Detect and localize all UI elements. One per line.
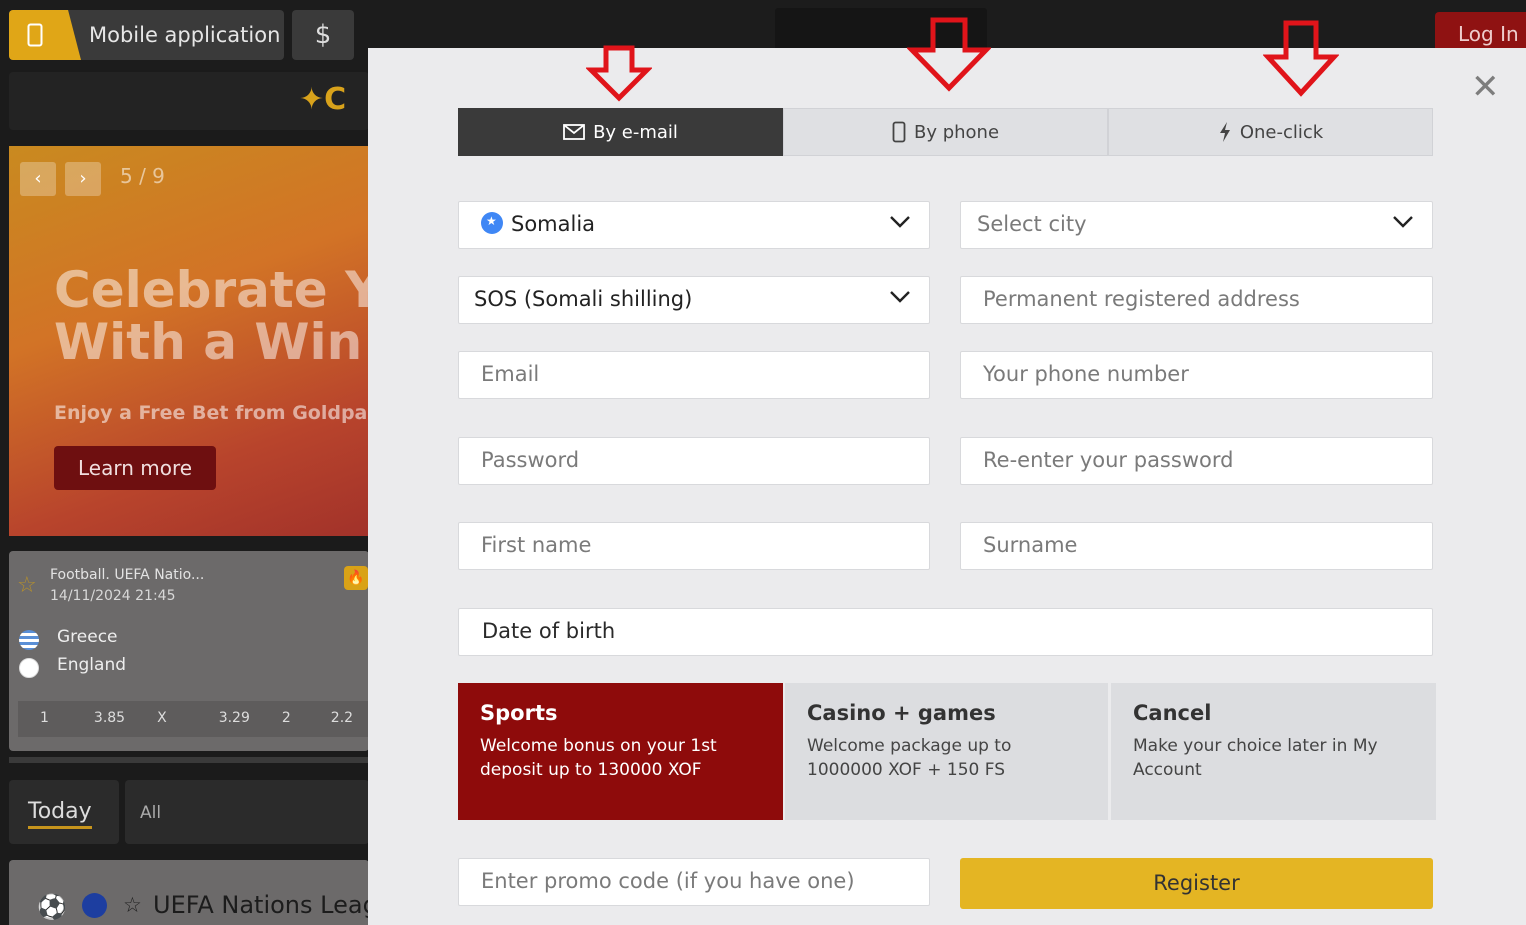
- eu-flag-icon: [82, 893, 107, 918]
- tab-by-email[interactable]: By e-mail: [458, 108, 783, 156]
- odds-value[interactable]: 3.29: [167, 701, 250, 737]
- mobile-phone-icon: [9, 10, 81, 60]
- bonus-description: Welcome package up to 1000000 XOF + 150 …: [807, 736, 1012, 780]
- bonus-title: Cancel: [1133, 701, 1212, 725]
- odds-label: 1: [40, 710, 49, 726]
- currency-button[interactable]: $: [292, 10, 354, 60]
- team-away: England: [57, 655, 127, 675]
- odds-value[interactable]: 3.85: [49, 701, 125, 737]
- bonus-title: Casino + games: [807, 701, 996, 725]
- chevron-down-icon: [890, 291, 910, 303]
- odds-label: 2: [281, 710, 291, 726]
- match-datetime: 14/11/2024 21:45: [50, 588, 176, 604]
- mobile-app-label: Mobile application: [89, 23, 281, 47]
- chevron-right-icon: ›: [79, 168, 87, 189]
- firstname-input[interactable]: First name: [458, 522, 930, 570]
- site-logo[interactable]: ✦C: [299, 82, 346, 117]
- promo-code-input[interactable]: Enter promo code (if you have one): [458, 858, 930, 906]
- match-league: Football. UEFA Natio...: [50, 567, 205, 583]
- down-arrow-icon: [586, 45, 652, 102]
- register-button[interactable]: Register: [960, 858, 1433, 909]
- odds-row: 1 3.85 X 3.29 2 2.2: [18, 701, 369, 737]
- currency-value: SOS (Somali shilling): [474, 287, 693, 311]
- bonus-description: Make your choice later in My Account: [1133, 736, 1378, 780]
- favorite-star-icon[interactable]: ☆: [17, 573, 37, 598]
- mobile-app-button[interactable]: Mobile application: [9, 10, 284, 60]
- logo-text: C: [324, 82, 347, 117]
- banner-subline: Enjoy a Free Bet from Goldpari: [54, 402, 369, 424]
- phone-input[interactable]: Your phone number: [960, 351, 1433, 399]
- somalia-flag-icon: [481, 212, 503, 234]
- country-select[interactable]: Somalia: [458, 201, 930, 249]
- dob-input[interactable]: Date of birth: [458, 608, 1433, 656]
- logo-mark-icon: ✦: [299, 82, 325, 117]
- chevron-left-icon: ‹: [34, 168, 42, 189]
- phone-icon: [892, 121, 906, 143]
- tab-by-email-label: By e-mail: [593, 121, 678, 143]
- envelope-icon: [563, 124, 585, 140]
- today-tab[interactable]: Today: [9, 780, 119, 844]
- bonus-option-sports[interactable]: Sports Welcome bonus on your 1st deposit…: [458, 683, 783, 820]
- logo-bar: ✦C: [9, 72, 369, 130]
- promo-banner: ‹ › 5 / 9 Celebrate Yo With a Win Enjoy …: [9, 146, 369, 536]
- email-input[interactable]: Email: [458, 351, 930, 399]
- england-flag-icon: [19, 658, 39, 678]
- down-arrow-icon: [907, 17, 991, 92]
- banner-headline: Celebrate Yo With a Win: [54, 264, 369, 368]
- bonus-option-cancel[interactable]: Cancel Make your choice later in My Acco…: [1111, 683, 1436, 820]
- odds-value[interactable]: 2.2: [291, 701, 353, 737]
- odds-label: X: [157, 710, 167, 726]
- city-select[interactable]: Select city: [960, 201, 1433, 249]
- match-card[interactable]: ☆ Football. UEFA Natio... 14/11/2024 21:…: [9, 551, 369, 751]
- divider: [9, 757, 369, 763]
- hot-fire-icon: 🔥: [344, 566, 368, 590]
- tab-one-click[interactable]: One-click: [1108, 108, 1433, 156]
- registration-method-tabs: By e-mail By phone One-click: [458, 108, 1433, 156]
- tab-by-phone-label: By phone: [913, 121, 1000, 143]
- bonus-option-casino[interactable]: Casino + games Welcome package up to 100…: [785, 683, 1108, 820]
- country-value: Somalia: [511, 212, 596, 236]
- tab-by-phone[interactable]: By phone: [783, 108, 1108, 156]
- tab-one-click-label: One-click: [1239, 121, 1324, 143]
- team-home: Greece: [57, 627, 118, 647]
- registration-modal: ✕ By e-mail By phone One-click Somalia S…: [368, 17, 1526, 925]
- all-filter[interactable]: All: [125, 780, 369, 844]
- today-tab-label: Today: [28, 799, 92, 829]
- greece-flag-icon: [19, 630, 39, 650]
- repassword-input[interactable]: Re-enter your password: [960, 437, 1433, 485]
- learn-more-button[interactable]: Learn more: [54, 446, 216, 490]
- banner-prev-button[interactable]: ‹: [20, 162, 56, 196]
- banner-headline-line2: With a Win: [54, 313, 363, 371]
- competition-row[interactable]: ⚽ ☆ UEFA Nations League: [9, 860, 408, 925]
- password-input[interactable]: Password: [458, 437, 930, 485]
- banner-counter: 5 / 9: [120, 164, 165, 188]
- favorite-star-icon[interactable]: ☆: [123, 893, 142, 917]
- lightning-icon: [1219, 122, 1230, 142]
- close-icon[interactable]: ✕: [1471, 70, 1500, 104]
- bonus-title: Sports: [480, 701, 558, 725]
- surname-input[interactable]: Surname: [960, 522, 1433, 570]
- soccer-ball-icon: ⚽: [37, 893, 67, 921]
- address-input[interactable]: Permanent registered address: [960, 276, 1433, 324]
- currency-select[interactable]: SOS (Somali shilling): [458, 276, 930, 324]
- banner-next-button[interactable]: ›: [65, 162, 101, 196]
- chevron-down-icon: [1393, 216, 1413, 228]
- down-arrow-icon: [1263, 20, 1339, 97]
- banner-headline-line1: Celebrate Yo: [54, 261, 369, 319]
- chevron-down-icon: [890, 216, 910, 228]
- bonus-description: Welcome bonus on your 1st deposit up to …: [480, 736, 717, 780]
- city-placeholder: Select city: [977, 212, 1087, 236]
